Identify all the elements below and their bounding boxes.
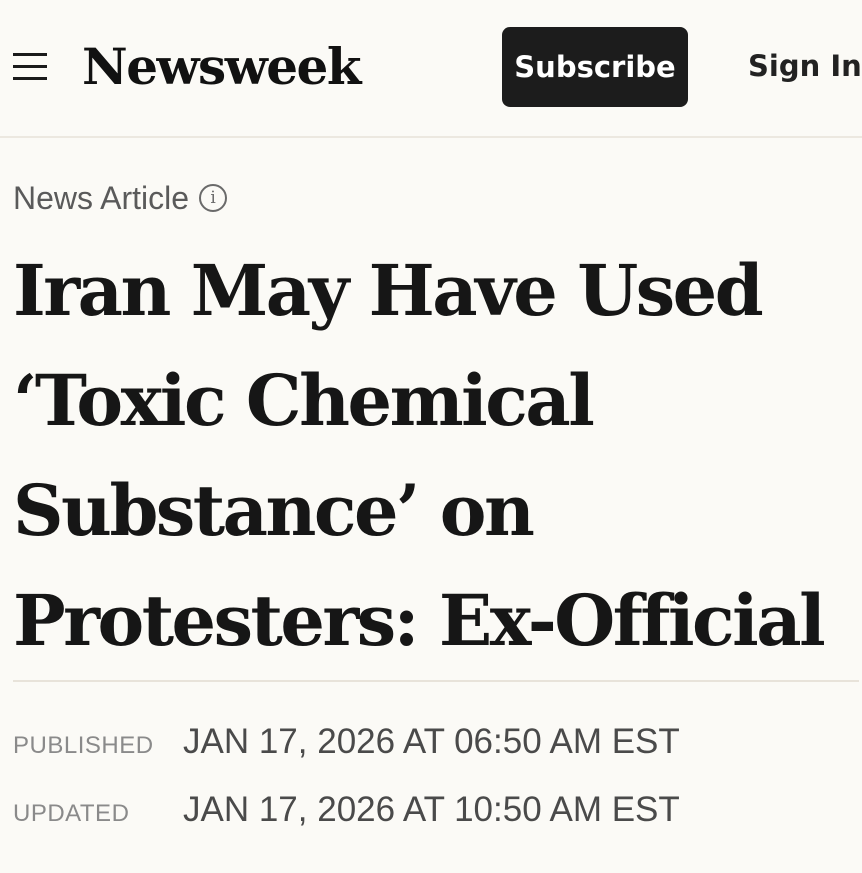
published-row: PUBLISHED JAN 17, 2026 AT 06:50 AM EST: [13, 722, 680, 762]
menu-bar-top: [13, 53, 47, 56]
sign-in-link[interactable]: Sign In: [748, 46, 862, 86]
menu-bar-bottom: [13, 77, 47, 80]
published-date: JAN 17, 2026 AT 06:50 AM EST: [183, 722, 680, 761]
kicker-label: News Article: [13, 180, 190, 216]
hamburger-menu-icon[interactable]: [13, 53, 47, 81]
updated-row: UPDATED JAN 17, 2026 AT 10:50 AM EST: [13, 790, 680, 830]
headline-divider: [13, 680, 859, 682]
headline-line: Substance’ on: [13, 469, 535, 552]
published-label: PUBLISHED: [13, 732, 154, 759]
site-header: Newsweek Subscribe Sign In: [0, 0, 862, 138]
headline-line: Iran May Have Used: [13, 249, 764, 332]
menu-bar-middle: [13, 65, 47, 68]
headline-line: ‘Toxic Chemical: [13, 359, 595, 442]
updated-label: UPDATED: [13, 800, 130, 827]
info-icon[interactable]: i: [199, 184, 228, 212]
site-logo[interactable]: Newsweek: [82, 32, 362, 102]
headline-line: Protesters: Ex-Official: [13, 579, 826, 662]
article-headline: Iran May Have Used ‘Toxic Chemical Subst…: [13, 236, 859, 676]
subscribe-button[interactable]: Subscribe: [502, 27, 688, 107]
info-glyph: i: [210, 188, 216, 208]
updated-date: JAN 17, 2026 AT 10:50 AM EST: [183, 790, 680, 829]
article-kicker: News Article i: [13, 176, 228, 220]
